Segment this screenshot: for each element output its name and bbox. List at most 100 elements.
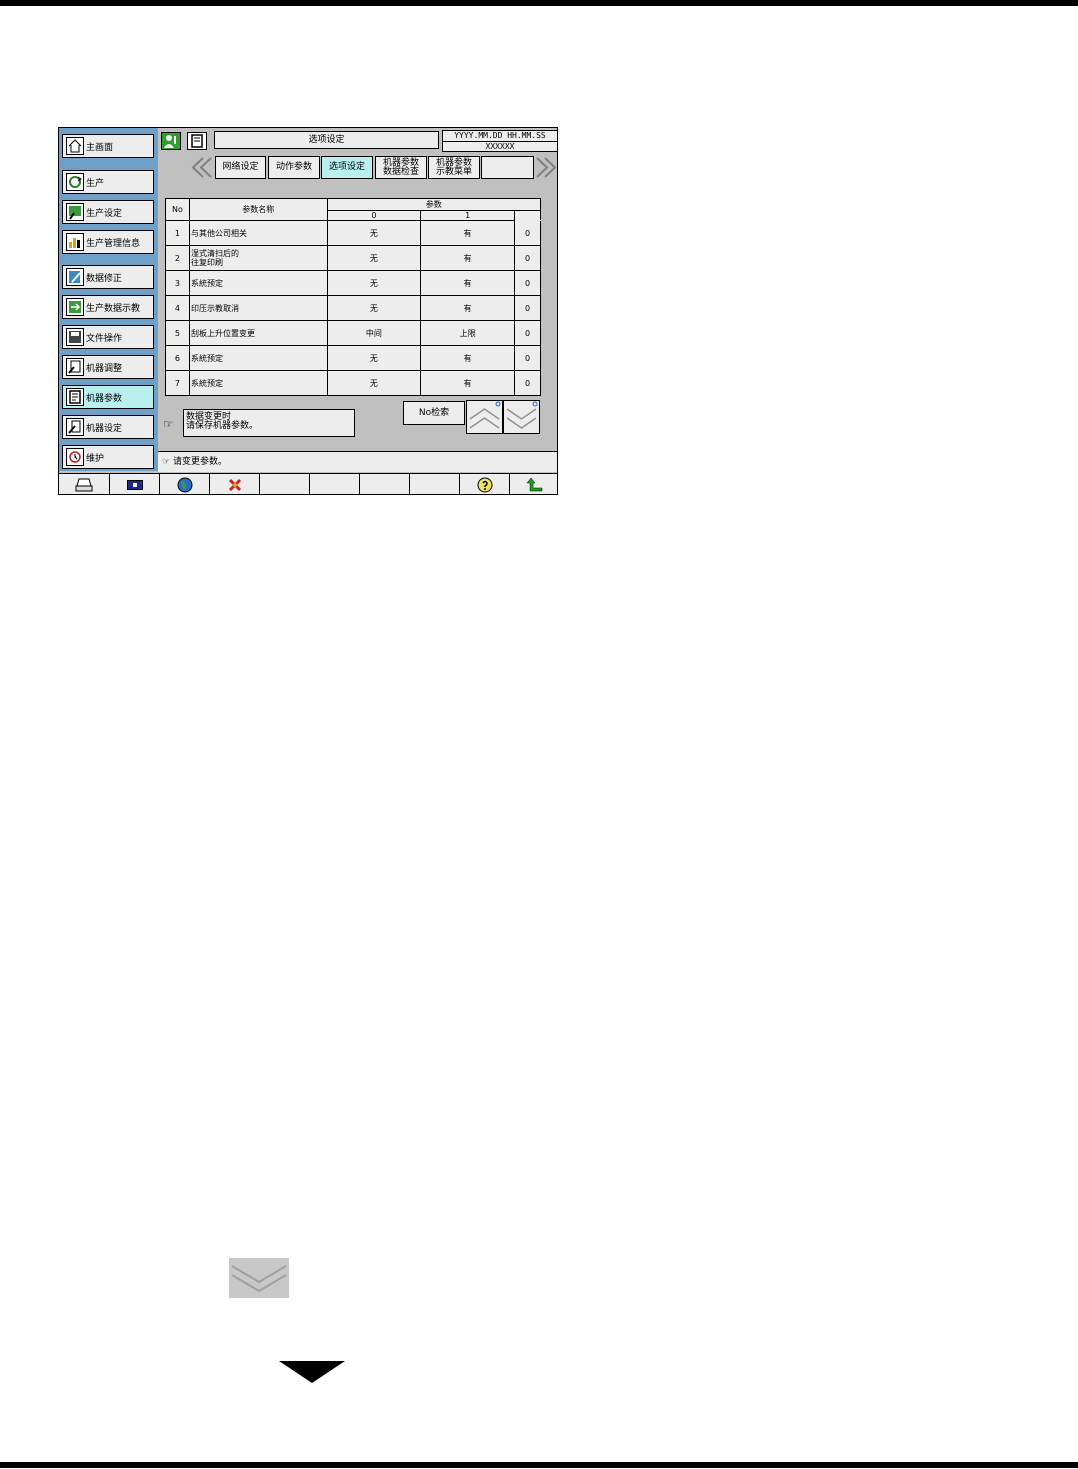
row-name: 系統预定 xyxy=(188,270,328,296)
row-no: 2 xyxy=(165,245,190,271)
row-no: 1 xyxy=(165,220,190,246)
row-value: 0 xyxy=(514,320,541,346)
row-option-1[interactable]: 有 xyxy=(420,245,516,271)
no-search-button[interactable]: No检索 xyxy=(403,401,465,425)
machine-screen: 主画面 生产 生产设定 生产管理信息 数据修正 生产数据示教 文件操作 机器调整… xyxy=(58,127,558,495)
row-no: 7 xyxy=(165,370,190,396)
page-up-button[interactable] xyxy=(466,400,503,434)
function-slot-5[interactable] xyxy=(259,474,309,494)
sidebar-item-machine-adjust[interactable]: 机器调整 xyxy=(62,355,154,379)
double-chevron-down-icon xyxy=(506,401,538,429)
save-reminder-message: 数据变更时 请保存机器参数。 xyxy=(183,409,355,437)
sidebar-item-production-info[interactable]: 生产管理信息 xyxy=(62,230,154,254)
row-no: 4 xyxy=(165,295,190,321)
machine-param-icon xyxy=(66,388,84,406)
row-option-0[interactable]: 无 xyxy=(326,245,422,271)
row-value: 0 xyxy=(514,270,541,296)
table-row[interactable]: 5 刮板上升位置变更 中间 上限 0 xyxy=(165,320,541,346)
table-row[interactable]: 2 湿式清扫后的 往复印刷 无 有 0 xyxy=(165,245,541,271)
col-0-header: 0 xyxy=(326,210,422,221)
row-option-0[interactable]: 无 xyxy=(326,220,422,246)
sidebar-item-label: 生产管理信息 xyxy=(86,238,141,249)
row-option-1[interactable]: 有 xyxy=(420,220,516,246)
sidebar-item-data-edit[interactable]: 数据修正 xyxy=(62,265,154,289)
row-name: 与其他公司相关 xyxy=(188,220,328,246)
col-value-header xyxy=(514,210,541,221)
error-clear-button[interactable] xyxy=(209,474,259,494)
return-arrow-icon xyxy=(525,477,542,491)
sidebar-item-label: 文件操作 xyxy=(86,333,123,344)
maintenance-icon xyxy=(66,448,84,466)
manual-icon[interactable] xyxy=(187,132,207,150)
row-option-0[interactable]: 中间 xyxy=(326,320,422,346)
row-no: 3 xyxy=(165,270,190,296)
screen-button[interactable] xyxy=(109,474,159,494)
row-name: 刮板上升位置变更 xyxy=(188,320,328,346)
table-row[interactable]: 4 印压示教取消 无 有 0 xyxy=(165,295,541,321)
back-button[interactable] xyxy=(509,474,557,494)
page-down-button[interactable] xyxy=(503,400,540,434)
print-button[interactable] xyxy=(59,474,109,494)
tab-empty[interactable] xyxy=(481,156,534,179)
sidebar-item-home[interactable]: 主画面 xyxy=(62,134,154,158)
sidebar-item-label: 机器调整 xyxy=(86,363,123,374)
tab-option-setting[interactable]: 选项设定 xyxy=(321,156,373,179)
tab-scroll-right-icon[interactable] xyxy=(535,156,558,179)
row-option-1[interactable]: 上限 xyxy=(420,320,516,346)
sidebar-item-production-setting[interactable]: 生产设定 xyxy=(62,200,154,224)
top-rule xyxy=(0,0,1078,6)
down-arrow-icon xyxy=(279,1361,345,1383)
row-option-1[interactable]: 有 xyxy=(420,270,516,296)
row-option-1[interactable]: 有 xyxy=(420,345,516,371)
table-row[interactable]: 7 系統预定 无 有 0 xyxy=(165,370,541,396)
row-no: 6 xyxy=(165,345,190,371)
row-no: 5 xyxy=(165,320,190,346)
production-setting-icon xyxy=(66,203,84,221)
sidebar-item-data-teach[interactable]: 生产数据示教 xyxy=(62,295,154,319)
status-hand-icon: ☞ xyxy=(162,457,171,467)
table-row[interactable]: 6 系統预定 无 有 0 xyxy=(165,345,541,371)
data-edit-icon xyxy=(66,268,84,286)
sidebar-item-label: 生产设定 xyxy=(86,208,123,219)
table-row[interactable]: 3 系統预定 无 有 0 xyxy=(165,270,541,296)
col-param-header: 参数 xyxy=(326,198,542,211)
tab-param-teach-menu[interactable]: 机器参数 示教菜单 xyxy=(428,156,480,179)
operator-icon[interactable] xyxy=(161,132,181,150)
function-slot-6[interactable] xyxy=(309,474,359,494)
pointing-hand-icon: ☞ xyxy=(163,417,174,431)
row-option-0[interactable]: 无 xyxy=(326,345,422,371)
language-button[interactable] xyxy=(159,474,209,494)
row-value: 0 xyxy=(514,220,541,246)
row-name: 湿式清扫后的 往复印刷 xyxy=(188,245,328,271)
function-slot-7[interactable] xyxy=(359,474,409,494)
chart-icon xyxy=(66,233,84,251)
cross-icon xyxy=(228,478,241,491)
home-icon xyxy=(66,137,84,155)
sidebar-item-label: 生产 xyxy=(86,178,105,189)
sidebar-item-machine-setting[interactable]: 机器设定 xyxy=(62,415,154,439)
parameter-table: No 参数名称 参数 0 1 1 与其他公司相关 无 有 0 2 湿式清扫后的 … xyxy=(165,198,542,396)
sidebar-item-machine-param[interactable]: 机器参数 xyxy=(62,385,154,409)
sidebar-item-file[interactable]: 文件操作 xyxy=(62,325,154,349)
production-icon xyxy=(66,173,84,191)
machine-adjust-icon xyxy=(66,358,84,376)
sidebar-item-label: 数据修正 xyxy=(86,273,123,284)
tab-network-setting[interactable]: 网络设定 xyxy=(215,156,266,179)
page-down-button-illustration xyxy=(229,1258,289,1298)
tab-scroll-left-icon[interactable] xyxy=(189,156,213,179)
table-row[interactable]: 1 与其他公司相关 无 有 0 xyxy=(165,220,541,246)
row-option-0[interactable]: 无 xyxy=(326,370,422,396)
row-option-1[interactable]: 有 xyxy=(420,370,516,396)
row-option-0[interactable]: 无 xyxy=(326,270,422,296)
function-bar xyxy=(59,473,557,494)
sidebar-item-production[interactable]: 生产 xyxy=(62,170,154,194)
row-option-0[interactable]: 无 xyxy=(326,295,422,321)
tab-motion-param[interactable]: 动作参数 xyxy=(268,156,320,179)
help-button[interactable] xyxy=(459,474,509,494)
row-option-1[interactable]: 有 xyxy=(420,295,516,321)
sidebar-item-maintenance[interactable]: 维护 xyxy=(62,445,154,469)
status-text: 请变更参数。 xyxy=(172,457,227,467)
tab-param-data-check[interactable]: 机器参数 数据检查 xyxy=(375,156,427,179)
function-slot-8[interactable] xyxy=(409,474,459,494)
screen-title: 选项设定 xyxy=(214,131,439,149)
